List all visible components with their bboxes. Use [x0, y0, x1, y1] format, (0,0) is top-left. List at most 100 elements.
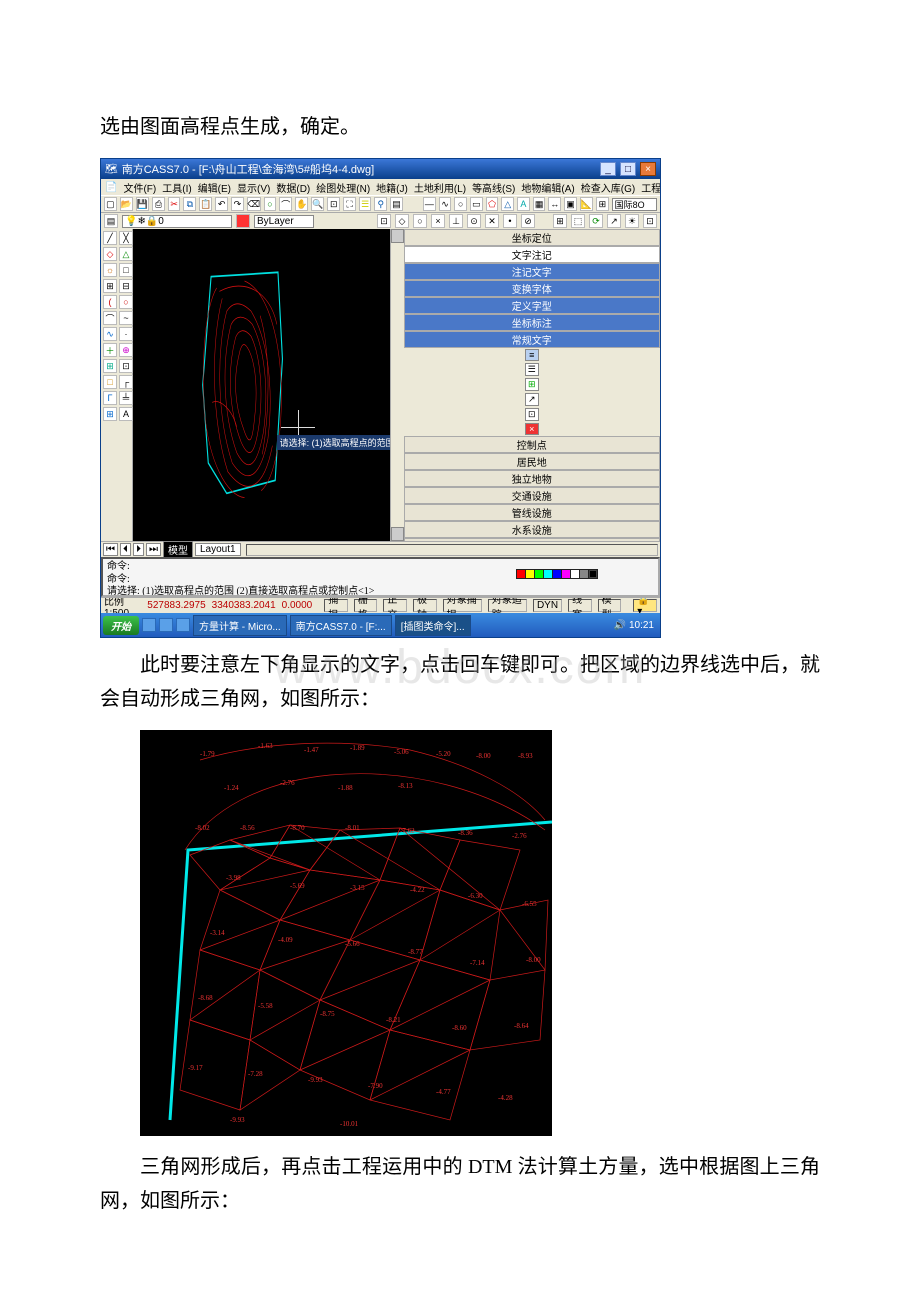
- menu-file[interactable]: 文件(F): [123, 180, 156, 195]
- tb-zoomall[interactable]: ⛶: [343, 197, 356, 211]
- lt-box[interactable]: ⊡: [119, 359, 133, 373]
- menu-terrain-edit[interactable]: 地物编辑(A): [521, 180, 574, 195]
- rp-independent[interactable]: 独立地物: [404, 470, 661, 487]
- lt-oplus[interactable]: ⊕: [119, 343, 133, 357]
- osnap-cen[interactable]: ○: [413, 214, 427, 228]
- tb-layer[interactable]: ▤: [390, 197, 403, 211]
- status-grid[interactable]: 栅格: [354, 599, 378, 612]
- osnap-node[interactable]: •: [503, 214, 517, 228]
- rp-icon-5[interactable]: ⊡: [525, 408, 539, 421]
- color-swatch[interactable]: [236, 214, 250, 228]
- lt-plus[interactable]: ＋: [103, 343, 117, 357]
- menu-cadastre[interactable]: 地籍(J): [376, 180, 408, 195]
- task-cass[interactable]: 南方CASS7.0 - [F:...: [290, 615, 392, 636]
- tb-zoomwin[interactable]: ⊡: [327, 197, 340, 211]
- osnap-near[interactable]: ✕: [485, 214, 499, 228]
- status-polar[interactable]: 极轴: [413, 599, 437, 612]
- window-minimize-button[interactable]: _: [600, 162, 616, 176]
- view-iso[interactable]: ⬚: [571, 214, 585, 228]
- hide-icon[interactable]: ⊡: [643, 214, 657, 228]
- menu-data[interactable]: 数据(D): [276, 180, 310, 195]
- linetype-dropdown[interactable]: ByLayer: [254, 215, 314, 228]
- tb-circle[interactable]: ○: [264, 197, 277, 211]
- lt-corner[interactable]: ┌: [119, 375, 133, 389]
- tb-paste[interactable]: 📋: [199, 197, 212, 211]
- rp-icon-3[interactable]: ⊞: [525, 378, 539, 391]
- tb-zoomrt[interactable]: 🔍: [311, 197, 324, 211]
- window-maximize-button[interactable]: □: [620, 162, 636, 176]
- layer-dropdown[interactable]: 💡❄🔒 0: [122, 215, 232, 228]
- lt-arc2[interactable]: ⌒: [103, 311, 117, 325]
- osnap-tan[interactable]: ⊙: [467, 214, 481, 228]
- lt-xline[interactable]: ╳: [119, 231, 133, 245]
- menu-view[interactable]: 显示(V): [237, 180, 270, 195]
- rp-define-font[interactable]: 定义字型: [404, 297, 661, 314]
- swatch-green[interactable]: [535, 570, 543, 578]
- rp-transport[interactable]: 交通设施: [404, 487, 661, 504]
- lt-rect[interactable]: □: [119, 263, 133, 277]
- osnap-end[interactable]: ⊡: [377, 214, 391, 228]
- lt-grid2[interactable]: ⊟: [119, 279, 133, 293]
- rp-control-point[interactable]: 控制点: [404, 436, 661, 453]
- tb-pline[interactable]: ∿: [439, 197, 452, 211]
- lt-hatch[interactable]: ⊞: [103, 407, 117, 421]
- coord-sys-dropdown[interactable]: 国际8O: [612, 198, 657, 211]
- tb-block[interactable]: ▣: [564, 197, 577, 211]
- lt-arc[interactable]: (: [103, 295, 117, 309]
- tb-circle2[interactable]: ○: [454, 197, 467, 211]
- rp-water[interactable]: 水系设施: [404, 521, 661, 538]
- rp-coord-locate[interactable]: 坐标定位: [404, 229, 661, 246]
- render-icon[interactable]: ☀: [625, 214, 639, 228]
- layer-mgr-icon[interactable]: ▤: [104, 214, 118, 228]
- tb-text[interactable]: A: [517, 197, 530, 211]
- tb-open[interactable]: 📂: [120, 197, 133, 211]
- menu-drawing[interactable]: 绘图处理(N): [316, 180, 370, 195]
- status-snap[interactable]: 捕捉: [324, 599, 348, 612]
- window-close-button[interactable]: ×: [640, 162, 656, 176]
- lt-line[interactable]: ╱: [103, 231, 117, 245]
- rp-icon-2[interactable]: ☰: [525, 363, 539, 376]
- tb-undo[interactable]: ↶: [215, 197, 228, 211]
- h-scrollbar[interactable]: [246, 544, 658, 556]
- rp-annot-text[interactable]: 注记文字: [404, 263, 661, 280]
- mt-first[interactable]: ⏮: [103, 543, 118, 556]
- lt-oplus2[interactable]: ⊞: [103, 359, 117, 373]
- lt-text[interactable]: A: [119, 407, 133, 421]
- status-osnap[interactable]: 对象捕捉: [443, 599, 482, 612]
- mt-prev[interactable]: ⏴: [120, 543, 131, 556]
- tb-props[interactable]: ☰: [359, 197, 372, 211]
- status-lwt[interactable]: 线宽: [568, 599, 592, 612]
- rp-change-font[interactable]: 变换字体: [404, 280, 661, 297]
- ql-desktop[interactable]: [159, 618, 173, 632]
- tb-new[interactable]: ▢: [104, 197, 117, 211]
- tb-copy[interactable]: ⧉: [183, 197, 196, 211]
- osnap-per[interactable]: ⊥: [449, 214, 463, 228]
- tb-print[interactable]: ⎙: [152, 197, 165, 211]
- mt-next[interactable]: ⏵: [133, 543, 144, 556]
- start-button[interactable]: 开始: [103, 616, 139, 635]
- task-word[interactable]: 方量计算 - Micro...: [193, 615, 287, 636]
- rp-coord-label[interactable]: 坐标标注: [404, 314, 661, 331]
- tb-hatch[interactable]: ▦: [533, 197, 546, 211]
- menu-contour[interactable]: 等高线(S): [472, 180, 515, 195]
- osnap-mid[interactable]: ◇: [395, 214, 409, 228]
- tb-wblock[interactable]: ⊞: [596, 197, 609, 211]
- view-front[interactable]: ⊞: [553, 214, 567, 228]
- rp-residential[interactable]: 居民地: [404, 453, 661, 470]
- lt-star[interactable]: ☼: [103, 263, 117, 277]
- lt-poly[interactable]: ◇: [103, 247, 117, 261]
- swatch-blue[interactable]: [553, 570, 561, 578]
- tb-save[interactable]: 💾: [136, 197, 149, 211]
- menu-edit[interactable]: 编辑(E): [198, 180, 231, 195]
- ql-explorer[interactable]: [176, 618, 190, 632]
- rp-common-text[interactable]: 常规文字: [404, 331, 661, 348]
- osnap-int[interactable]: ×: [431, 214, 445, 228]
- lt-circle[interactable]: ○: [119, 295, 133, 309]
- osnap-none[interactable]: ⊘: [521, 214, 535, 228]
- status-model[interactable]: 模型: [598, 599, 622, 612]
- menu-landuse[interactable]: 土地利用(L): [414, 180, 466, 195]
- rp-icon-1[interactable]: ≡: [525, 349, 539, 361]
- vertical-scrollbar[interactable]: [390, 229, 404, 541]
- rp-pipeline[interactable]: 管线设施: [404, 504, 661, 521]
- swatch-red[interactable]: [517, 570, 525, 578]
